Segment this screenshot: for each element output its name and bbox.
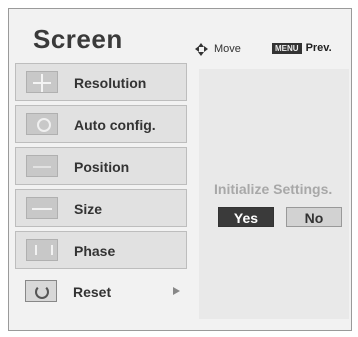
screen-osd-window: Screen Move MENU Prev. Resolution Auto co… (8, 8, 352, 331)
menu-item-reset[interactable]: Reset (15, 273, 187, 311)
resolution-icon (26, 71, 58, 93)
screen-menu: Resolution Auto config. Position Size Ph… (15, 63, 187, 315)
menu-item-size[interactable]: Size (15, 189, 187, 227)
position-icon (26, 155, 58, 177)
reset-icon (25, 280, 57, 302)
page-title: Screen (33, 24, 123, 54)
phase-icon (26, 239, 58, 261)
menu-item-label: Auto config. (74, 117, 156, 133)
menu-key-icon: MENU (272, 42, 302, 54)
auto-config-icon (26, 113, 58, 135)
initialize-dialog: Initialize Settings. Yes No (214, 181, 354, 228)
menu-item-resolution[interactable]: Resolution (15, 63, 187, 101)
no-button[interactable]: No (286, 207, 342, 227)
menu-item-label: Reset (73, 284, 112, 300)
size-icon (26, 197, 58, 219)
osd-header: Screen Move MENU Prev. (9, 9, 351, 59)
move-hint-label: Move (214, 42, 241, 55)
move-hint: Move (194, 42, 241, 56)
prev-hint-label: Prev. (305, 42, 332, 54)
chevron-right-icon (173, 287, 180, 295)
dialog-message: Initialize Settings. (214, 181, 333, 197)
menu-item-label: Phase (74, 243, 116, 259)
menu-item-label: Size (74, 201, 103, 217)
menu-item-position[interactable]: Position (15, 147, 187, 185)
menu-item-label: Position (74, 159, 130, 175)
dialog-buttons: Yes No (218, 207, 354, 228)
prev-hint: MENU Prev. (272, 42, 332, 54)
menu-item-auto-config[interactable]: Auto config. (15, 105, 187, 143)
menu-item-label: Resolution (74, 75, 147, 91)
menu-item-phase[interactable]: Phase (15, 231, 187, 269)
yes-button[interactable]: Yes (218, 207, 274, 227)
move-arrows-icon (194, 42, 208, 56)
